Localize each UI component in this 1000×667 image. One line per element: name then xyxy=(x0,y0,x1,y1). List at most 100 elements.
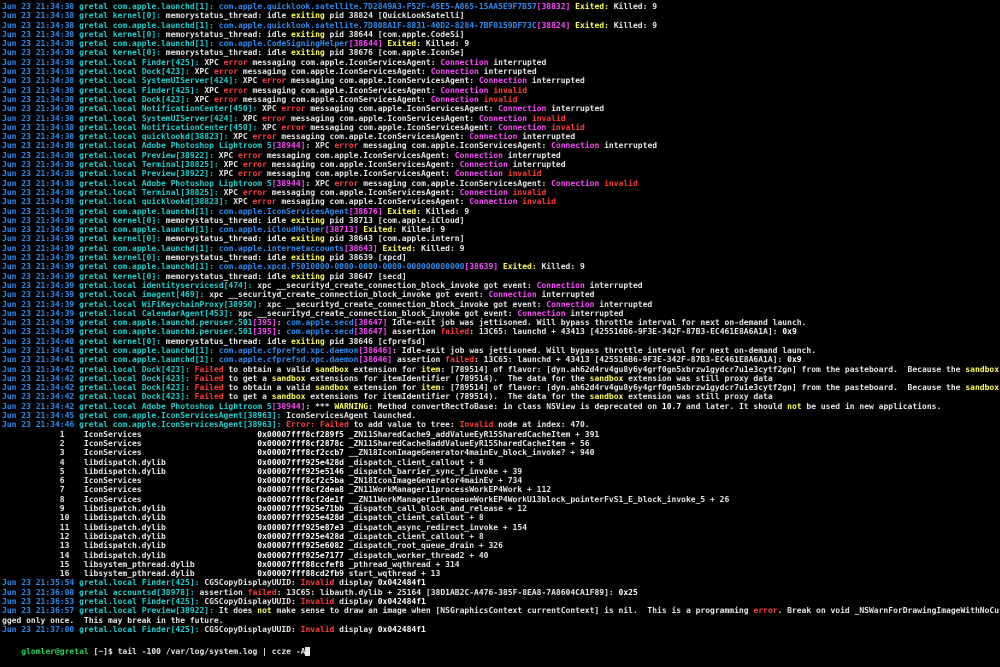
log-segment-date: Jun 23 21:34:38 xyxy=(2,160,80,170)
log-line: Jun 23 21:34:41 gretal com.apple.launchd… xyxy=(2,346,1000,355)
log-segment-plain: _dispatch_async_redirect_invoke + 154 xyxy=(348,522,528,532)
log-segment-plain: XPC xyxy=(262,104,282,114)
log-segment-host: gretal.local xyxy=(79,383,142,393)
log-segment-host: gretal xyxy=(79,345,113,355)
log-segment-plain: : Idle-exit job was jettisoned. Will byp… xyxy=(392,345,816,355)
log-segment-host: gretal.local xyxy=(79,169,142,179)
log-segment-date: Jun 23 21:34:42 xyxy=(2,383,80,393)
log-segment-plain: _ZN11SharedCache9_addValueEyR15SharedCac… xyxy=(348,429,600,439)
log-segment-plain: messaging com.apple.IconServicesAgent: xyxy=(363,178,552,188)
log-segment-host: gretal.local xyxy=(79,178,142,188)
log-segment-date: Jun 23 21:34:42 xyxy=(2,392,80,402)
log-segment-kw: Exited: xyxy=(377,243,422,253)
command-input[interactable]: tail -100 /var/log/system.log | ccze -A xyxy=(118,647,306,656)
log-segment-host: gretal.local xyxy=(79,160,142,170)
log-segment-host: gretal xyxy=(79,39,113,49)
log-segment-proc: NotificationCenter[450]: xyxy=(141,104,263,114)
log-line: Jun 23 21:34:38 gretal.local Notificatio… xyxy=(2,104,1000,113)
log-segment-proc: SystemUIServer[424]: xyxy=(141,76,243,86)
prompt-line[interactable]: glomler@gretal [~]$ tail -100 /var/log/s… xyxy=(0,634,1000,657)
log-segment-blue: com.apple.quicklook.satellite.7D2849A3-F… xyxy=(218,2,537,11)
log-segment-host: gretal xyxy=(79,29,113,39)
log-segment-date: Jun 23 21:34:39 xyxy=(2,318,80,328)
log-segment-pid: [395] xyxy=(252,327,277,337)
log-segment-num: 0x00007fff8cf2de1f xyxy=(257,494,349,504)
log-line: Jun 23 21:34:38 gretal.local Notificatio… xyxy=(2,123,1000,132)
log-line: Jun 23 21:36:57 gretal.local Preview[389… xyxy=(2,606,1000,615)
log-line: gged only once. This may break in the fu… xyxy=(2,616,1000,625)
log-segment-pid: [38676] xyxy=(348,206,383,216)
log-segment-plain: 9 libdispatch.dylib xyxy=(2,504,258,514)
log-segment-kw: exiting xyxy=(291,336,330,346)
log-segment-plain: Killed: 9 xyxy=(421,243,465,253)
log-segment-host: gretal.local xyxy=(79,373,142,383)
log-segment-num: 0x00007fff925e428d xyxy=(257,457,349,467)
log-line: Jun 23 21:37:00 gretal.local Finder[425]… xyxy=(2,625,1000,634)
log-segment-proc: com.apple.launchd.peruser.501 xyxy=(112,318,253,328)
log-segment-blue: com.apple.secd xyxy=(286,327,354,337)
log-segment-host: gretal xyxy=(79,48,113,58)
log-line: Jun 23 21:35:54 gretal.local Finder[425]… xyxy=(2,578,1000,587)
log-segment-host: gretal.local xyxy=(79,401,142,411)
log-line: Jun 23 21:34:38 gretal.local Preview[389… xyxy=(2,151,1000,160)
log-segment-date: Jun 23 21:34:38 xyxy=(2,57,80,67)
log-segment-blue: com.apple.IconServicesAgent xyxy=(218,206,349,216)
log-segment-plain: display xyxy=(339,624,378,634)
log-segment-host: gretal xyxy=(79,20,113,30)
log-line: Jun 23 21:34:39 gretal kernel[0]: memory… xyxy=(2,253,1000,262)
log-segment-conn: Connection xyxy=(469,197,523,207)
log-segment-plain: __ZN11WorkManager11enqueueWorkEP4WorkU13… xyxy=(348,494,730,504)
log-segment-blue: com.apple.cfprefsd.xpc.daemon xyxy=(218,355,359,365)
log-segment-kw: sandbox xyxy=(965,383,1000,393)
log-segment-num: 0x9 xyxy=(787,355,802,365)
log-segment-date: Jun 23 21:34:38 xyxy=(2,122,80,132)
log-segment-error: Failed xyxy=(194,373,229,383)
log-segment-plain: interrupted xyxy=(589,280,643,290)
log-line: Jun 23 21:34:39 gretal com.apple.launchd… xyxy=(2,244,1000,253)
log-segment-plain: : xyxy=(276,318,287,328)
log-segment-host: gretal xyxy=(79,271,113,281)
log-segment-plain: 5 libdispatch.dylib xyxy=(2,466,258,476)
log-segment-plain: to get a xyxy=(228,392,272,402)
log-segment-plain: make sense to draw an image when [NSGrap… xyxy=(276,606,754,616)
log-segment-plain: xpc __securityd_create_connection_block_… xyxy=(257,280,537,290)
log-segment-date: Jun 23 21:36:08 xyxy=(2,587,80,597)
log-segment-host: gretal.local xyxy=(79,624,142,634)
log-segment-pid: [38944] xyxy=(271,141,306,151)
log-segment-plain: messaging com.apple.IconServicesAgent: xyxy=(266,150,455,160)
terminal-window[interactable]: Jun 23 21:34:38 gretal com.apple.launchd… xyxy=(0,0,1000,667)
log-segment-proc: accountsd[38978]: xyxy=(112,587,200,597)
log-segment-blue: com.apple.quicklook.satellite.7D808A1F-8… xyxy=(218,20,537,30)
log-segment-date: Jun 23 21:34:39 xyxy=(2,253,80,263)
log-segment-error: error xyxy=(262,113,292,123)
log-segment-proc: imagent[469]: xyxy=(141,290,210,300)
log-segment-date: Jun 23 21:34:39 xyxy=(2,225,80,235)
log-segment-plain: messaging com.apple.IconServicesAgent: xyxy=(266,169,455,179)
log-segment-proc: NotificationCenter[450]: xyxy=(141,122,263,132)
log-segment-plain: CGSCopyDisplayUUID: xyxy=(204,624,301,634)
log-line: 16 libsystem_pthread.dylib 0x00007fff88c… xyxy=(2,569,1000,578)
log-segment-error: error xyxy=(242,187,272,197)
log-segment-num: 0x00007fff925e71bb xyxy=(257,504,349,514)
log-line: Jun 23 21:34:39 gretal com.apple.launchd… xyxy=(2,327,1000,336)
log-segment-proc: kernel[0]: xyxy=(112,215,166,225)
log-segment-plain: pid 38713 [com.apple.iCloud] xyxy=(329,215,465,225)
log-segment-proc: Dock[423]: xyxy=(141,373,195,383)
log-segment-num: 0x00007fff88ccfef8 xyxy=(257,559,349,569)
log-segment-plain: memorystatus_thread: idle xyxy=(165,48,291,58)
log-line: Jun 23 21:34:38 gretal.local Finder[425]… xyxy=(2,86,1000,95)
log-line: Jun 23 21:34:38 gretal com.apple.launchd… xyxy=(2,207,1000,216)
log-segment-kw: exiting xyxy=(291,29,330,39)
log-segment-plain: : [789514] of flavor: [dyn.ah62d4rv4gu8y… xyxy=(440,364,966,374)
log-segment-date: Jun 23 21:34:38 xyxy=(2,85,80,95)
log-segment-num: 0x00007fff8cf2dea8 xyxy=(257,485,349,495)
log-segment-plain: _dispatch_root_queue_drain + 326 xyxy=(348,541,503,551)
log-segment-kw: WARNING xyxy=(334,401,369,411)
log-segment-proc: Finder[425]: xyxy=(141,85,205,95)
log-line: Jun 23 21:34:46 gretal com.apple.IconSer… xyxy=(2,420,1000,429)
log-segment-plain: interrupted xyxy=(604,141,658,151)
log-line: Jun 23 21:34:39 gretal kernel[0]: memory… xyxy=(2,234,1000,243)
log-segment-proc: kernel[0]: xyxy=(112,11,166,21)
log-line: Jun 23 21:34:39 gretal.local imagent[469… xyxy=(2,290,1000,299)
log-segment-plain: 12 libdispatch.dylib xyxy=(2,531,258,541)
